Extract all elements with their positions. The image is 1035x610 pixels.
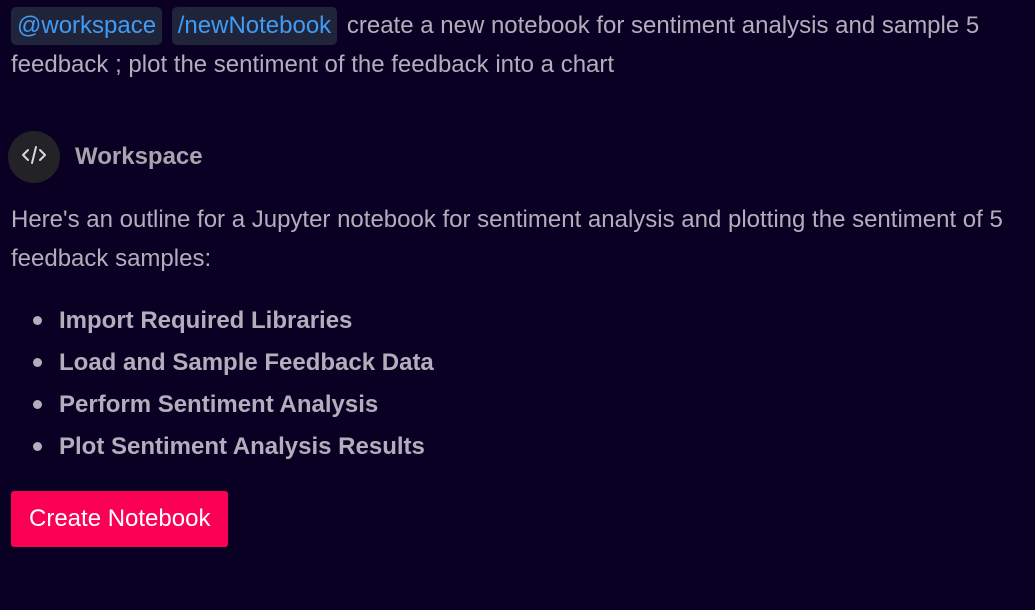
bullet-icon [33, 358, 42, 367]
user-message: @workspace /newNotebook create a new not… [11, 6, 1011, 84]
reply-header: Workspace [8, 130, 1024, 184]
notebook-outline-list: Import Required Libraries Load and Sampl… [11, 300, 1024, 468]
list-item: Plot Sentiment Analysis Results [11, 426, 1024, 468]
list-item: Perform Sentiment Analysis [11, 384, 1024, 426]
chat-panel: @workspace /newNotebook create a new not… [0, 0, 1035, 610]
outline-item-label: Plot Sentiment Analysis Results [59, 433, 425, 460]
bullet-icon [33, 316, 42, 325]
bullet-icon [33, 442, 42, 451]
code-icon [21, 144, 47, 171]
bullet-icon [33, 400, 42, 409]
list-item: Import Required Libraries [11, 300, 1024, 342]
workspace-chip[interactable]: @workspace [11, 7, 163, 45]
outline-item-label: Perform Sentiment Analysis [59, 391, 379, 418]
reply-intro: Here's an outline for a Jupyter notebook… [11, 206, 1003, 272]
new-notebook-command-chip[interactable]: /newNotebook [171, 7, 338, 45]
agent-name: Workspace [75, 143, 203, 170]
outline-item-label: Import Required Libraries [59, 307, 353, 334]
list-item: Load and Sample Feedback Data [11, 342, 1024, 384]
outline-item-label: Load and Sample Feedback Data [59, 349, 434, 376]
agent-avatar [8, 131, 60, 183]
create-notebook-button[interactable]: Create Notebook [11, 491, 229, 547]
